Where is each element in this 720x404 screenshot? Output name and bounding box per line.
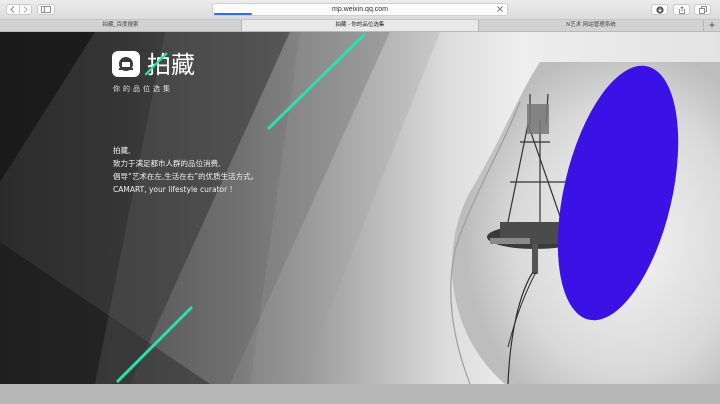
intro-line: 倡导“艺术在左,生活在右”的优质生活方式。 — [113, 172, 259, 181]
intro-line: 拍藏, — [113, 146, 131, 155]
intro-line: CAMART, your lifestyle curator ! — [113, 185, 233, 194]
intro-text: 拍藏, 致力于满足都市人群的品位消费, 倡导“艺术在左,生活在右”的优质生活方式… — [113, 144, 258, 196]
new-tab-button[interactable] — [704, 20, 720, 31]
tab-paizang-active[interactable]: 拍藏 - 你的品位选集 — [242, 20, 479, 31]
hero-background-artwork — [0, 32, 720, 384]
web-page-content: 拍藏 你的品位选集 拍藏, 致力于满足都市人群的品位消费, 倡导“艺术在左,生活… — [0, 32, 720, 384]
brand-wordmark: 拍藏 — [145, 51, 195, 79]
address-bar[interactable]: mp.weixin.qq.com — [212, 3, 508, 16]
close-icon — [497, 6, 503, 12]
show-tabs-button[interactable] — [694, 4, 711, 15]
share-icon — [678, 5, 685, 14]
back-button[interactable] — [7, 5, 19, 14]
lamp-socket — [527, 104, 549, 134]
tab-label: 拍藏_百度搜索 — [102, 22, 139, 28]
stop-loading-button[interactable] — [497, 4, 503, 15]
forward-button[interactable] — [18, 5, 32, 14]
tab-nart-admin[interactable]: N艺术 网站管理系统 — [479, 20, 704, 31]
tab-label: 拍藏 - 你的品位选集 — [335, 22, 385, 28]
lamp-ring-plate — [490, 238, 530, 244]
sidebar-button[interactable] — [37, 4, 55, 15]
plus-icon — [709, 22, 715, 28]
tab-bar: 拍藏_百度搜索 拍藏 - 你的品位选集 N艺术 网站管理系统 — [0, 20, 720, 32]
lamp-stem — [532, 244, 538, 274]
intro-line: 致力于满足都市人群的品位消费, — [113, 159, 221, 168]
nav-button-group — [6, 4, 32, 15]
tabs-icon — [698, 5, 707, 14]
download-icon — [655, 5, 664, 14]
brand-block: 拍藏 你的品位选集 — [111, 49, 209, 94]
brand-logo[interactable]: 拍藏 — [111, 49, 209, 79]
camera-frame-icon — [112, 51, 140, 77]
tab-label: N艺术 网站管理系统 — [566, 22, 616, 28]
downloads-button[interactable] — [651, 4, 668, 15]
sidebar-icon — [41, 6, 51, 13]
browser-toolbar: mp.weixin.qq.com — [0, 0, 720, 20]
chevron-left-icon — [10, 6, 15, 13]
brand-slogan: 你的品位选集 — [113, 85, 173, 93]
tab-baidu-search[interactable]: 拍藏_百度搜索 — [0, 20, 242, 31]
share-button[interactable] — [673, 4, 690, 15]
chevron-right-icon — [23, 6, 28, 13]
page-bottom-area — [0, 384, 720, 404]
address-url[interactable]: mp.weixin.qq.com — [213, 4, 507, 15]
page-load-progress — [214, 13, 253, 15]
